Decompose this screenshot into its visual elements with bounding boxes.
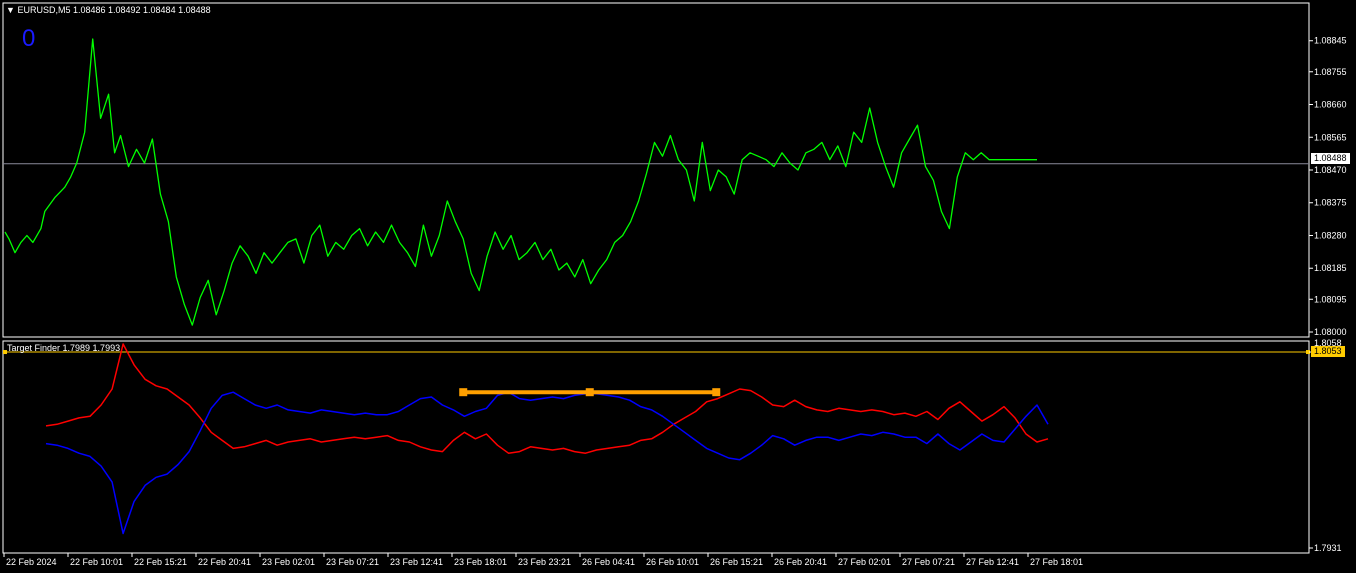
current-price-tag: 1.08488 xyxy=(1311,153,1350,164)
price-tick-label: 1.08185 xyxy=(1314,263,1347,273)
level-price-tag: 1.8053 xyxy=(1311,346,1345,357)
time-tick-label: 22 Feb 20:41 xyxy=(198,557,251,567)
time-tick-label: 22 Feb 10:01 xyxy=(70,557,123,567)
indicator-tick-label: 1.7931 xyxy=(1314,543,1342,553)
target-handle xyxy=(712,388,721,397)
price-tick-label: 1.08755 xyxy=(1314,67,1347,77)
symbol-label: EURUSD,M5 xyxy=(17,5,71,15)
time-tick-label: 26 Feb 15:21 xyxy=(710,557,763,567)
price-tick-label: 1.08845 xyxy=(1314,36,1347,46)
time-tick-label: 22 Feb 15:21 xyxy=(134,557,187,567)
target-handle xyxy=(459,388,468,397)
time-tick-label: 23 Feb 07:21 xyxy=(326,557,379,567)
indicator-title: Target Finder 1.7989 1.7993 xyxy=(7,343,121,353)
time-tick-label: 26 Feb 10:01 xyxy=(646,557,699,567)
price-tick-label: 1.08095 xyxy=(1314,294,1347,304)
trade-counter: 0 xyxy=(22,25,36,52)
time-tick-label: 23 Feb 02:01 xyxy=(262,557,315,567)
time-tick-label: 23 Feb 18:01 xyxy=(454,557,507,567)
price-tick-label: 1.08470 xyxy=(1314,165,1347,175)
time-tick-label: 27 Feb 07:21 xyxy=(902,557,955,567)
indicator-series xyxy=(3,343,1310,535)
time-tick-label: 27 Feb 02:01 xyxy=(838,557,891,567)
price-axis: 1.08845 1.08755 1.08660 1.08565 1.08470 1.083… xyxy=(1309,36,1347,337)
price-tick-label: 1.08660 xyxy=(1314,100,1347,110)
time-tick-label: 27 Feb 12:41 xyxy=(966,557,1019,567)
ohlc-values: 1.08486 1.08492 1.08484 1.08488 xyxy=(72,5,211,15)
chart-canvas: 1.08845 1.08755 1.08660 1.08565 1.08470 1.083… xyxy=(2,2,1347,567)
time-tick-label: 27 Feb 18:01 xyxy=(1030,557,1083,567)
price-panel-frame xyxy=(2,2,1310,338)
symbol-header[interactable]: ▼ EURUSD,M5 1.08486 1.08492 1.08484 1.08… xyxy=(6,5,211,16)
time-tick-label: 23 Feb 23:21 xyxy=(518,557,571,567)
indicator-axis: 1.79311.8058 xyxy=(1309,338,1342,553)
chart-frames xyxy=(2,2,1310,554)
price-tick-label: 1.08280 xyxy=(1314,230,1347,240)
price-tick-label: 1.08375 xyxy=(1314,198,1347,208)
time-tick-label: 26 Feb 20:41 xyxy=(774,557,827,567)
time-axis: 22 Feb 2024 22 Feb 10:01 22 Feb 15:21 22 Fe… xyxy=(3,553,1083,567)
time-tick-label: 23 Feb 12:41 xyxy=(390,557,443,567)
price-tick-label: 1.08565 xyxy=(1314,132,1347,142)
target-handle xyxy=(585,388,594,397)
time-tick-label: 22 Feb 2024 xyxy=(6,557,57,567)
collapse-triangle-icon[interactable]: ▼ xyxy=(6,5,15,15)
time-tick-label: 26 Feb 04:41 xyxy=(582,557,635,567)
price-line xyxy=(4,38,1037,326)
indicator-panel-frame xyxy=(2,340,1310,554)
price-tick-label: 1.08000 xyxy=(1314,327,1347,337)
price-series xyxy=(4,38,1037,326)
